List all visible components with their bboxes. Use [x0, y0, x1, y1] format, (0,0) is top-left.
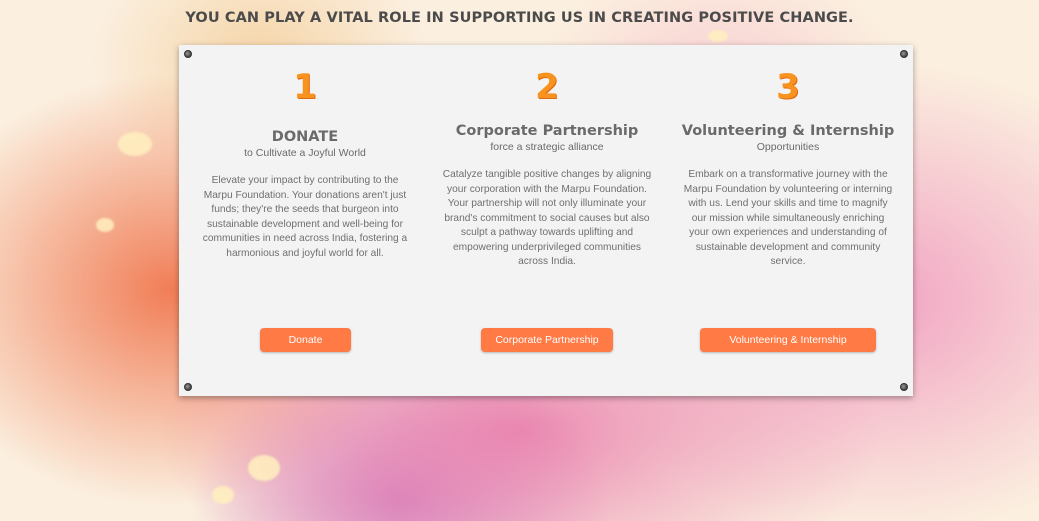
card-subtitle: Opportunities — [756, 141, 820, 153]
background-speck — [96, 218, 114, 232]
card-subtitle: to Cultivate a Joyful World — [244, 147, 366, 159]
background-speck — [118, 132, 152, 156]
background-speck — [248, 455, 280, 481]
corner-screw-icon — [184, 50, 192, 58]
volunteering-internship-button[interactable]: Volunteering & Internship — [700, 328, 876, 352]
corporate-partnership-card: 2 Corporate Partnership force a strategi… — [442, 45, 652, 270]
corner-screw-icon — [900, 383, 908, 391]
corner-screw-icon — [184, 383, 192, 391]
donate-card: 1 DONATE to Cultivate a Joyful World Ele… — [200, 45, 410, 261]
step-number: 1 — [293, 67, 317, 107]
step-number: 2 — [535, 67, 559, 107]
card-title: Volunteering & Internship — [681, 123, 895, 139]
step-number: 3 — [776, 67, 800, 107]
card-title: DONATE — [271, 129, 339, 145]
background-speck — [212, 486, 234, 504]
background-speck — [708, 30, 728, 42]
card-subtitle: force a strategic alliance — [490, 141, 604, 153]
corporate-partnership-button[interactable]: Corporate Partnership — [481, 328, 613, 352]
donate-button[interactable]: Donate — [260, 328, 351, 352]
card-description: Elevate your impact by contributing to t… — [202, 175, 408, 259]
page-headline: YOU CAN PLAY A VITAL ROLE IN SUPPORTING … — [185, 10, 854, 26]
support-options-panel: 1 DONATE to Cultivate a Joyful World Ele… — [179, 45, 913, 396]
card-description: Embark on a transformative journey with … — [683, 169, 893, 267]
card-description: Catalyze tangible positive changes by al… — [442, 169, 652, 267]
volunteering-internship-card: 3 Volunteering & Internship Opportunitie… — [681, 45, 895, 270]
corner-screw-icon — [900, 50, 908, 58]
card-title: Corporate Partnership — [455, 123, 639, 139]
